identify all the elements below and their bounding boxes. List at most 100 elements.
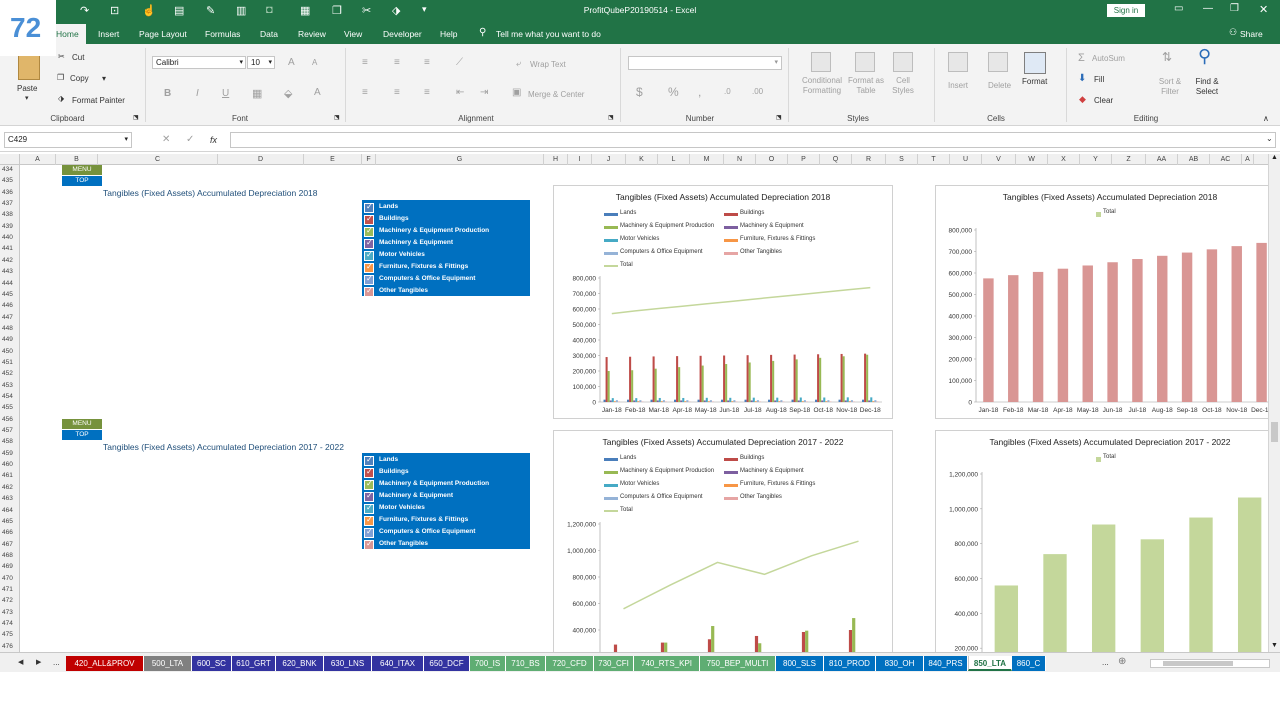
column-header[interactable]: N (724, 154, 756, 165)
column-header[interactable]: Q (820, 154, 852, 165)
sheet-tab[interactable]: 650_DCF (424, 656, 470, 671)
row-header[interactable]: 463 (0, 494, 19, 505)
minimize-icon[interactable]: — (1203, 3, 1213, 14)
row-header[interactable]: 464 (0, 506, 19, 517)
touch-mode-icon[interactable]: ☝ (142, 4, 156, 17)
format-cells-button[interactable]: Format (1022, 77, 1047, 86)
close-icon[interactable]: ✕ (1259, 3, 1268, 16)
checkbox[interactable]: ✓ (364, 238, 374, 249)
sheet-tab[interactable]: 500_LTA (144, 656, 192, 671)
conditional-formatting-button[interactable]: Conditional Formatting (798, 76, 846, 96)
row-header[interactable]: 434 (0, 165, 19, 176)
row-header[interactable]: 450 (0, 347, 19, 358)
column-header[interactable]: AA (1146, 154, 1178, 165)
checkbox[interactable]: ✓ (364, 467, 374, 478)
form-icon[interactable]: ▤ (174, 4, 184, 17)
column-header[interactable]: H (544, 154, 568, 165)
series-checkbox-row[interactable]: ✓ Furniture, Fixtures & Fittings (364, 262, 528, 274)
row-header[interactable]: 471 (0, 585, 19, 596)
row-header[interactable]: 453 (0, 381, 19, 392)
sheet-grid[interactable]: MENU TOP Tangibles (Fixed Assets) Accumu… (21, 165, 1268, 652)
align-left-icon[interactable]: ≡ (362, 87, 368, 98)
checkbox[interactable]: ✓ (364, 286, 374, 297)
row-header[interactable]: 439 (0, 222, 19, 233)
row-header[interactable]: 456 (0, 415, 19, 426)
chart-detail-2018[interactable]: Tangibles (Fixed Assets) Accumulated Dep… (553, 185, 893, 419)
sheet-tab[interactable]: 730_CFI (594, 656, 634, 671)
tab-developer[interactable]: Developer (383, 29, 422, 39)
column-header[interactable]: I (568, 154, 592, 165)
scroll-tabs-left-icon[interactable]: ◀ (18, 658, 23, 666)
column-header[interactable]: X (1048, 154, 1080, 165)
column-header[interactable]: U (950, 154, 982, 165)
scroll-tabs-right-icon[interactable]: ▶ (36, 658, 41, 666)
row-header[interactable]: 468 (0, 551, 19, 562)
checkbox[interactable]: ✓ (364, 527, 374, 538)
format-painter-qat-icon[interactable]: ⬗ (392, 4, 400, 17)
excel-icon[interactable]: ▦ (300, 4, 310, 17)
scroll-thumb[interactable] (1271, 422, 1278, 442)
row-header[interactable]: 446 (0, 301, 19, 312)
column-header[interactable]: L (658, 154, 690, 165)
row-header[interactable]: 448 (0, 324, 19, 335)
sheet-tab[interactable]: 860_C (1012, 656, 1046, 671)
checkbox[interactable]: ✓ (364, 503, 374, 514)
row-header[interactable]: 445 (0, 290, 19, 301)
row-header[interactable]: 451 (0, 358, 19, 369)
row-header[interactable]: 472 (0, 596, 19, 607)
checkbox[interactable]: ✓ (364, 539, 374, 550)
series-checkbox-row[interactable]: ✓ Machinery & Equipment Production (364, 226, 528, 238)
ribbon-options-icon[interactable]: ▭ (1174, 3, 1183, 14)
row-header[interactable]: 447 (0, 313, 19, 324)
series-checkbox-row[interactable]: ✓ Machinery & Equipment (364, 491, 528, 503)
cell-styles-button[interactable]: Cell Styles (888, 76, 918, 96)
clipboard-launcher-icon[interactable]: ⬔ (133, 114, 139, 121)
alignment-launcher-icon[interactable]: ⬔ (608, 114, 614, 121)
currency-icon[interactable]: $ (636, 85, 643, 99)
column-header[interactable]: C (98, 154, 218, 165)
number-launcher-icon[interactable]: ⬔ (776, 114, 782, 121)
sign-in-button[interactable]: Sign in (1107, 4, 1145, 17)
insert-cells-button[interactable]: Insert (948, 81, 968, 90)
series-checkbox-row[interactable]: ✓ Other Tangibles (364, 539, 528, 551)
row-header[interactable]: 443 (0, 267, 19, 278)
tab-insert[interactable]: Insert (98, 29, 119, 39)
underline-icon[interactable]: U (222, 88, 229, 99)
wrap-text-button[interactable]: Wrap Text (530, 60, 566, 69)
row-header[interactable]: 466 (0, 528, 19, 539)
series-checkbox-row[interactable]: ✓ Other Tangibles (364, 286, 528, 298)
sheet-tab[interactable]: 600_SC (192, 656, 232, 671)
top-button[interactable]: TOP (62, 430, 102, 440)
checkbox[interactable]: ✓ (364, 226, 374, 237)
column-header[interactable]: D (218, 154, 304, 165)
name-box[interactable]: C429 ▾ (4, 132, 132, 148)
format-painter-button[interactable]: Format Painter (72, 96, 125, 105)
scroll-up-icon[interactable]: ▲ (1271, 154, 1278, 161)
customize-qat-icon[interactable]: ▾ (422, 4, 427, 15)
formula-input[interactable] (230, 132, 1276, 148)
align-center-icon[interactable]: ≡ (394, 87, 400, 98)
column-header[interactable]: A (1242, 154, 1254, 165)
font-size-dropdown[interactable]: 10 ▾ (247, 56, 275, 69)
tools-icon[interactable]: ✎ (206, 4, 215, 17)
tab-review[interactable]: Review (298, 29, 326, 39)
column-header[interactable]: AC (1210, 154, 1242, 165)
italic-icon[interactable]: I (196, 88, 199, 99)
orientation-icon[interactable]: ⟋ (456, 57, 463, 68)
row-header[interactable]: 465 (0, 517, 19, 528)
chart-total-2018[interactable]: Tangibles (Fixed Assets) Accumulated Dep… (935, 185, 1268, 419)
menu-button[interactable]: MENU (62, 165, 102, 175)
fill-color-icon[interactable]: ⬙ (284, 87, 292, 100)
font-launcher-icon[interactable]: ⬔ (334, 114, 340, 121)
paste-button[interactable]: Paste ▾ (12, 54, 46, 102)
row-header[interactable]: 474 (0, 619, 19, 630)
series-checkbox-row[interactable]: ✓ Lands (364, 455, 528, 467)
column-header[interactable]: E (304, 154, 362, 165)
column-header[interactable]: G (376, 154, 544, 165)
print-preview-icon[interactable]: ⊡ (110, 4, 119, 17)
tab-formulas[interactable]: Formulas (205, 29, 240, 39)
vertical-scrollbar[interactable]: ▲ ▼ (1268, 154, 1280, 652)
sheet-tab[interactable]: 810_PROD (824, 656, 876, 671)
number-format-dropdown[interactable]: ▾ (628, 56, 782, 70)
decrease-decimal-icon[interactable]: .00 (752, 87, 763, 96)
